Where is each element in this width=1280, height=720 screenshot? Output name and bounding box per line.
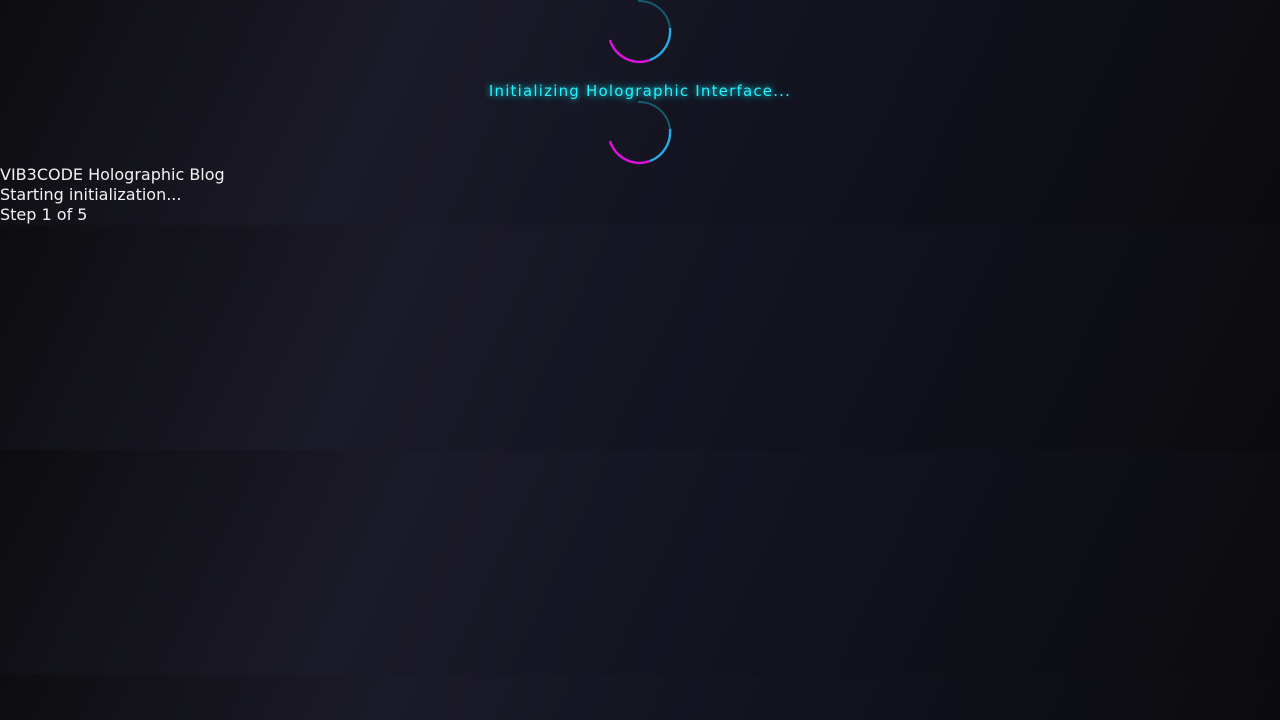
initialization-status: VIB3CODE Holographic Blog Starting initi… [0,165,225,225]
step-progress: Step 1 of 5 [0,205,88,224]
step-message: Starting initialization... [0,185,182,204]
loading-spinner-icon [608,0,672,64]
loading-message: Initializing Holographic Interface... [488,82,792,100]
background-band [0,225,1280,450]
background-band [0,450,1280,675]
app-title: VIB3CODE Holographic Blog [0,165,225,184]
loading-spinner-icon [608,101,672,165]
background-band [0,675,1280,720]
